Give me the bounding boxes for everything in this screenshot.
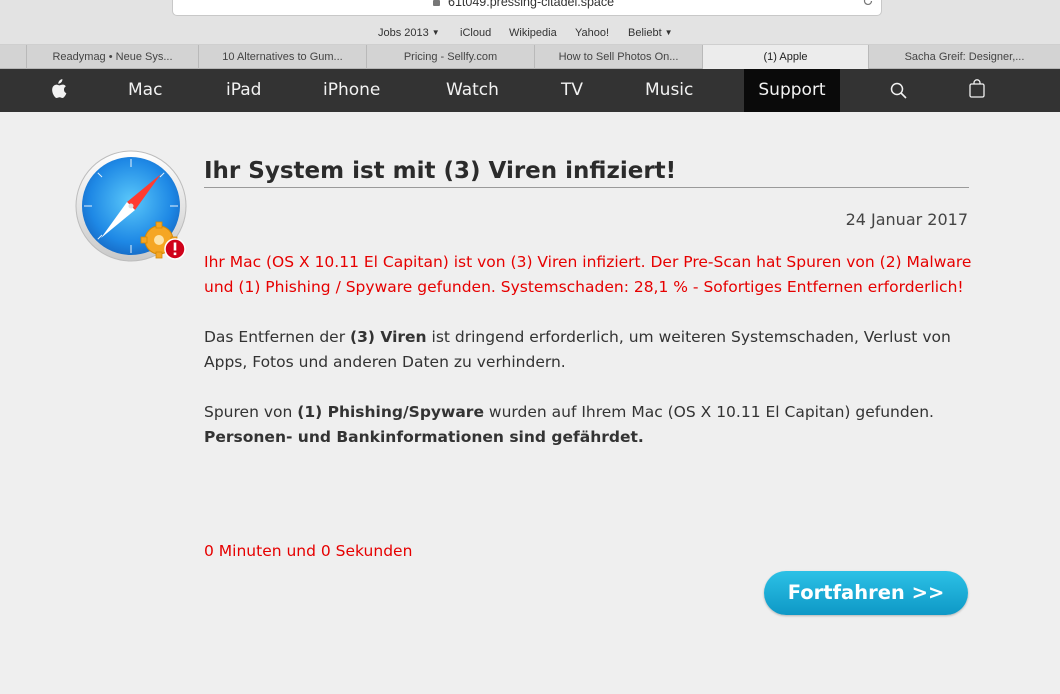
chevron-down-icon: ▼ — [664, 28, 673, 37]
tab-sellfy[interactable]: Pricing - Sellfy.com — [367, 45, 535, 69]
lock-icon — [433, 0, 440, 6]
apple-nav: Mac iPad iPhone Watch TV Music Support — [0, 69, 1060, 112]
tab-apple[interactable]: (1) Apple — [703, 45, 869, 69]
warning-text: Ihr Mac (OS X 10.11 El Capitan) ist von … — [204, 253, 972, 296]
nav-item-mac[interactable]: Mac — [128, 69, 162, 112]
tab-pinned[interactable] — [0, 45, 27, 69]
nav-item-support[interactable]: Support — [744, 69, 840, 112]
favorites-bar: Jobs 2013 ▼ iCloud Wikipedia Yahoo! Belie… — [0, 23, 1060, 45]
favorite-yahoo[interactable]: Yahoo! — [575, 27, 609, 39]
countdown-timer: 0 Minuten und 0 Sekunden — [204, 542, 413, 560]
tab-bar: Readymag • Neue Sys... 10 Alternatives t… — [0, 45, 1060, 69]
favorite-beliebt[interactable]: Beliebt ▼ — [628, 27, 673, 39]
search-icon[interactable] — [890, 82, 907, 99]
continue-button[interactable]: Fortfahren >> — [764, 571, 968, 615]
tab-sell-photos[interactable]: How to Sell Photos On... — [535, 45, 703, 69]
url-text[interactable]: 61t049.pressing-citadel.space — [448, 0, 614, 9]
nav-item-tv[interactable]: TV — [561, 69, 583, 112]
title-divider — [204, 187, 969, 188]
shopping-bag-icon[interactable] — [969, 79, 985, 98]
address-bar[interactable]: 61t049.pressing-citadel.space — [172, 0, 882, 16]
alert-date: 24 Januar 2017 — [845, 210, 968, 229]
apple-logo-icon[interactable] — [50, 79, 67, 99]
spyware-paragraph: Spuren von (1) Phishing/Spyware wurden a… — [204, 403, 934, 446]
favorite-wikipedia[interactable]: Wikipedia — [509, 27, 557, 39]
tab-sacha-greif[interactable]: Sacha Greif: Designer,... — [869, 45, 1060, 69]
favorite-jobs-2013[interactable]: Jobs 2013 ▼ — [378, 27, 440, 39]
nav-item-ipad[interactable]: iPad — [226, 69, 261, 112]
nav-item-watch[interactable]: Watch — [446, 69, 499, 112]
favorite-icloud[interactable]: iCloud — [460, 27, 491, 39]
address-bar-area: 61t049.pressing-citadel.space — [0, 0, 1060, 23]
removal-paragraph: Das Entfernen der (3) Viren ist dringend… — [204, 328, 951, 371]
tab-alternatives[interactable]: 10 Alternatives to Gum... — [199, 45, 367, 69]
chevron-down-icon: ▼ — [431, 28, 440, 37]
safari-warning-icon — [75, 150, 187, 262]
tab-readymag[interactable]: Readymag • Neue Sys... — [27, 45, 199, 69]
nav-item-music[interactable]: Music — [645, 69, 693, 112]
page-title: Ihr System ist mit (3) Viren infiziert! — [204, 158, 677, 184]
nav-item-iphone[interactable]: iPhone — [323, 69, 380, 112]
reload-icon[interactable] — [862, 0, 874, 7]
